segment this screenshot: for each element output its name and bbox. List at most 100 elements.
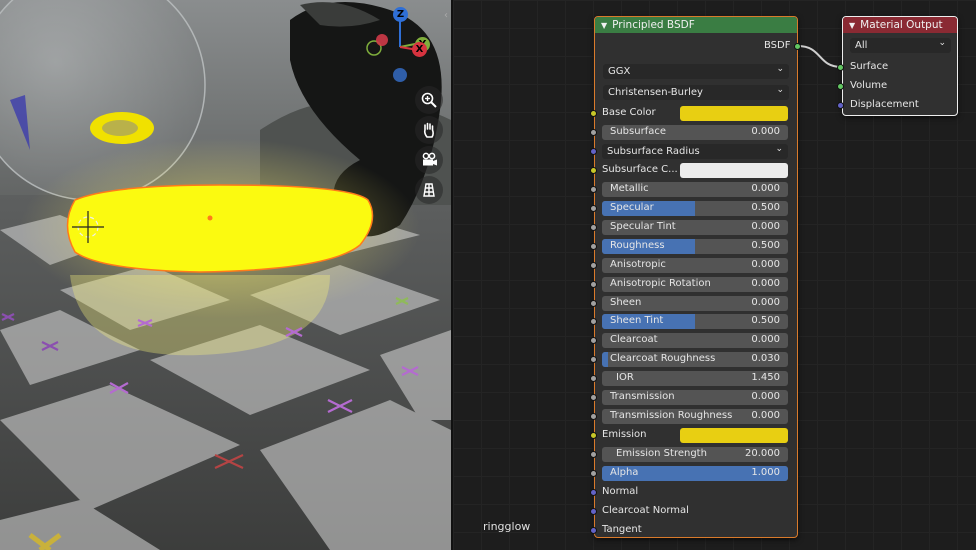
surface-input-socket[interactable] [837, 64, 844, 71]
input-label: Sheen Tint [610, 315, 664, 326]
distribution-dropdown[interactable]: GGX ⌄ [603, 64, 789, 79]
input-label: Roughness [610, 240, 665, 251]
input-label: Clearcoat Roughness [610, 353, 716, 364]
value-slider[interactable]: Alpha 1.000 [602, 466, 788, 481]
value-slider[interactable]: Transmission 0.000 [602, 390, 788, 405]
node-title: Principled BSDF [612, 19, 695, 31]
input-socket[interactable] [590, 110, 597, 117]
displacement-input-socket[interactable] [837, 102, 844, 109]
collapse-arrow-icon[interactable]: ▼ [849, 21, 855, 30]
volume-input-label: Volume [850, 80, 888, 91]
value-slider[interactable]: Sheen Tint 0.500 [602, 314, 788, 329]
bsdf-input-row: Transmission Roughness 0.000 [590, 409, 798, 424]
target-value: All [855, 40, 868, 51]
input-socket[interactable] [590, 451, 597, 458]
input-socket[interactable] [590, 394, 597, 401]
input-label: Metallic [610, 183, 649, 194]
input-value: 0.000 [751, 183, 780, 194]
value-slider[interactable]: Anisotropic 0.000 [602, 258, 788, 273]
input-socket[interactable] [590, 508, 597, 515]
input-label: Alpha [610, 467, 639, 478]
volume-input-socket[interactable] [837, 83, 844, 90]
subsurface-method-dropdown[interactable]: Christensen-Burley ⌄ [603, 85, 789, 100]
bsdf-input-row: Tangent [590, 523, 798, 538]
input-socket[interactable] [590, 262, 597, 269]
input-socket[interactable] [590, 148, 597, 155]
value-slider[interactable]: Emission Strength 20.000 [602, 447, 788, 462]
input-socket[interactable] [590, 281, 597, 288]
input-socket[interactable] [590, 489, 597, 496]
bsdf-output-socket[interactable] [794, 43, 801, 50]
collapse-arrow-icon[interactable]: ▼ [601, 21, 607, 30]
input-value: 0.500 [751, 315, 780, 326]
chevron-down-icon: ⌄ [776, 85, 784, 95]
input-socket[interactable] [590, 413, 597, 420]
bsdf-input-row: Alpha 1.000 [590, 466, 798, 481]
bsdf-input-row: Sheen Tint 0.500 [590, 314, 798, 329]
bsdf-input-row: Specular Tint 0.000 [590, 220, 798, 235]
input-label: Base Color [602, 107, 656, 118]
input-socket[interactable] [590, 300, 597, 307]
input-value: 0.000 [751, 334, 780, 345]
node-header[interactable]: ▼ Material Output [843, 17, 957, 33]
target-dropdown[interactable]: All ⌄ [850, 38, 951, 53]
input-label: Specular [610, 202, 654, 213]
distribution-value: GGX [608, 66, 631, 77]
value-slider[interactable]: Specular Tint 0.000 [602, 220, 788, 235]
input-socket[interactable] [590, 432, 597, 439]
bsdf-input-row: Anisotropic Rotation 0.000 [590, 277, 798, 292]
input-socket[interactable] [590, 356, 597, 363]
input-label: Clearcoat [610, 334, 658, 345]
bsdf-input-row: Normal [590, 485, 798, 500]
input-socket[interactable] [590, 167, 597, 174]
node-header[interactable]: ▼ Principled BSDF [595, 17, 797, 33]
slider-fill [602, 352, 608, 367]
bsdf-input-row: Subsurface Radius ⌄ [590, 144, 798, 159]
input-value: 0.000 [751, 278, 780, 289]
chevron-down-icon: ⌄ [775, 144, 783, 154]
bsdf-input-row: Metallic 0.000 [590, 182, 798, 197]
input-socket[interactable] [590, 470, 597, 477]
bsdf-input-row: Clearcoat Normal [590, 504, 798, 519]
value-slider[interactable]: Metallic 0.000 [602, 182, 788, 197]
input-value: 0.500 [751, 202, 780, 213]
value-slider[interactable]: IOR 1.450 [602, 371, 788, 386]
value-slider[interactable]: Transmission Roughness 0.000 [602, 409, 788, 424]
input-value: 0.500 [751, 240, 780, 251]
input-label: Clearcoat Normal [602, 505, 689, 516]
color-swatch[interactable] [680, 428, 788, 443]
input-socket[interactable] [590, 129, 597, 136]
input-label: Emission Strength [616, 448, 707, 459]
value-slider[interactable]: Subsurface 0.000 [602, 125, 788, 140]
input-socket[interactable] [590, 243, 597, 250]
bsdf-input-row: Subsurface 0.000 [590, 125, 798, 140]
input-label: Normal [602, 486, 639, 497]
input-value: 0.000 [751, 221, 780, 232]
input-socket[interactable] [590, 375, 597, 382]
value-slider[interactable]: Sheen 0.000 [602, 296, 788, 311]
value-slider[interactable]: Clearcoat Roughness 0.030 [602, 352, 788, 367]
input-label: Tangent [602, 524, 642, 535]
input-value: 1.450 [751, 372, 780, 383]
input-socket[interactable] [590, 318, 597, 325]
value-slider[interactable]: Roughness 0.500 [602, 239, 788, 254]
value-slider[interactable]: Clearcoat 0.000 [602, 333, 788, 348]
input-value: 0.000 [751, 391, 780, 402]
surface-input-label: Surface [850, 61, 889, 72]
input-socket[interactable] [590, 527, 597, 534]
input-socket[interactable] [590, 224, 597, 231]
input-label: Sheen [610, 297, 642, 308]
input-socket[interactable] [590, 205, 597, 212]
value-slider[interactable]: Specular 0.500 [602, 201, 788, 216]
input-socket[interactable] [590, 186, 597, 193]
input-label: Specular Tint [610, 221, 676, 232]
input-value: 0.000 [751, 410, 780, 421]
input-label: Subsurface C... [602, 164, 678, 175]
color-swatch[interactable] [680, 106, 788, 121]
subsurface-radius-dropdown[interactable]: Subsurface Radius ⌄ [602, 144, 788, 159]
color-swatch[interactable] [680, 163, 788, 178]
bsdf-input-row: Emission [590, 428, 798, 443]
value-slider[interactable]: Anisotropic Rotation 0.000 [602, 277, 788, 292]
input-label: Anisotropic Rotation [610, 278, 711, 289]
input-socket[interactable] [590, 337, 597, 344]
